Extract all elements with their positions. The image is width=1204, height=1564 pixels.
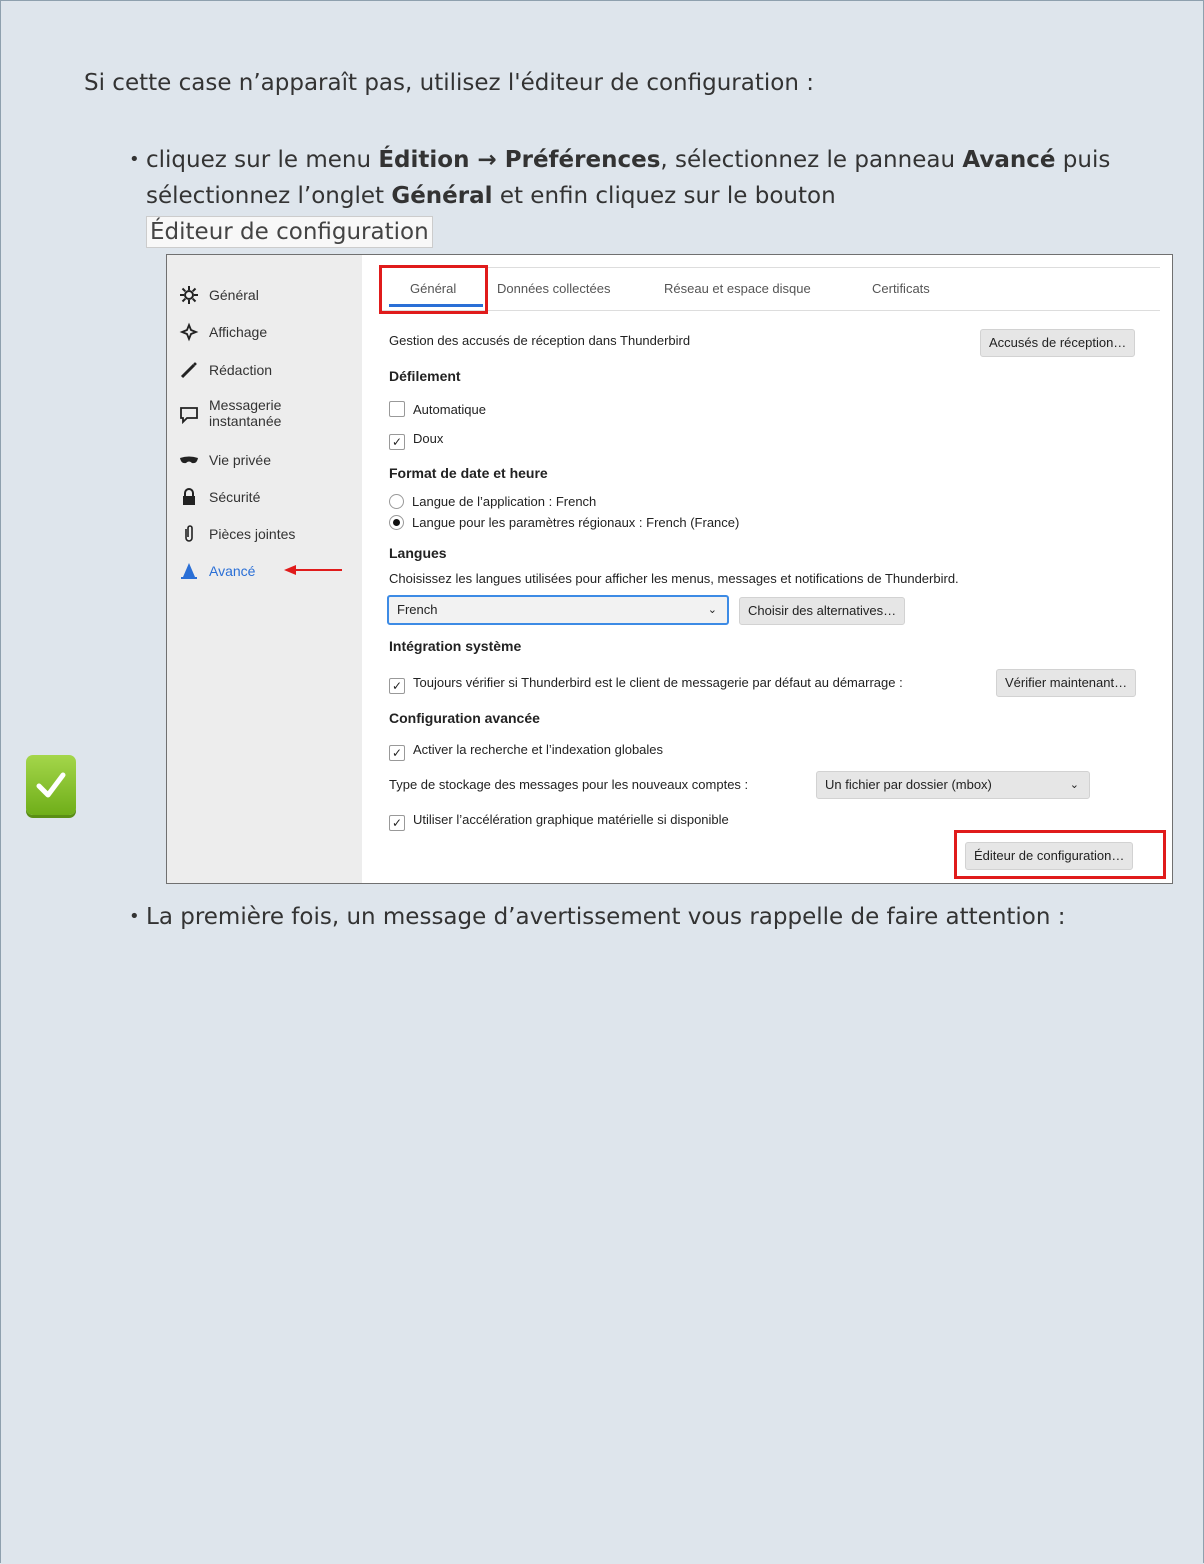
checkbox-checked[interactable]: ✓ (389, 745, 405, 761)
language-select[interactable]: French ⌄ (387, 595, 729, 625)
config-editor-button-ref[interactable]: Éditeur de configuration (146, 216, 433, 248)
option-label: Langue pour les paramètres régionaux : F… (412, 515, 740, 530)
radio[interactable] (389, 494, 404, 509)
select-value: Un fichier par dossier (mbox) (825, 777, 992, 792)
option-label: Utiliser l’accélération graphique matéri… (413, 812, 729, 827)
preferences-sidebar: Général Affichage Rédaction Messagerie i… (167, 255, 362, 883)
sidebar-label: Pièces jointes (209, 526, 296, 542)
bullet-text: cliquez sur le menu (146, 147, 379, 173)
sidebar-item-security[interactable]: Sécurité (179, 487, 260, 507)
date-region-option[interactable]: Langue pour les paramètres régionaux : F… (389, 515, 739, 530)
bullet-text: , sélectionnez le panneau (660, 147, 963, 173)
wizard-hat-icon (181, 563, 197, 579)
bullet-text: La première fois, un message d’avertisse… (146, 904, 1066, 930)
intro-text: Si cette case n’apparaît pas, utilisez l… (84, 70, 814, 96)
paperclip-icon (185, 525, 193, 542)
checkmark-icon (26, 755, 76, 815)
option-label: Activer la recherche et l’indexation glo… (413, 742, 664, 757)
receipts-button[interactable]: Accusés de réception… (980, 329, 1136, 357)
storage-label: Type de stockage des messages pour les n… (389, 777, 749, 792)
pencil-icon (180, 362, 197, 379)
sidebar-label: Messagerie instantanée (209, 397, 282, 429)
sidebar-item-chat[interactable]: Messagerie instantanée (179, 397, 299, 429)
sidebar-item-general[interactable]: Général (179, 285, 259, 305)
sidebar-label: Affichage (209, 324, 268, 340)
option-label: Doux (413, 431, 444, 446)
highlight-box (954, 830, 1166, 879)
section-heading: Défilement (389, 368, 461, 384)
sidebar-label: Avancé (209, 563, 256, 579)
preferences-screenshot: Général Affichage Rédaction Messagerie i… (166, 254, 1173, 884)
sidebar-label: Sécurité (209, 489, 261, 505)
date-app-option[interactable]: Langue de l’application : French (389, 494, 596, 509)
tab-certificates[interactable]: Certificats (872, 281, 930, 296)
sidebar-label: Vie privée (209, 452, 272, 468)
sidebar-item-display[interactable]: Affichage (179, 322, 267, 342)
hw-accel-option[interactable]: ✓ Utiliser l’accélération graphique matér… (389, 812, 729, 831)
checkbox-checked[interactable]: ✓ (389, 815, 405, 831)
choose-alternatives-button[interactable]: Choisir des alternatives… (739, 597, 906, 625)
select-value: French (397, 602, 438, 617)
smooth-scroll-option[interactable]: ✓ Doux (389, 431, 443, 450)
bullet-text: et enfin cliquez sur le bouton (492, 183, 836, 209)
section-heading: Format de date et heure (389, 465, 548, 481)
section-heading: Configuration avancée (389, 710, 540, 726)
section-heading: Langues (389, 545, 447, 561)
option-label: Langue de l’application : French (412, 494, 597, 509)
bullet-item-2: • La première fois, un message d’avertis… (129, 898, 1146, 936)
sidebar-item-privacy[interactable]: Vie privée (179, 450, 271, 470)
option-label: Toujours vérifier si Thunderbird est le … (413, 675, 903, 690)
chat-icon (180, 407, 198, 425)
storage-select[interactable]: Un fichier par dossier (mbox) ⌄ (816, 771, 1090, 799)
checkbox[interactable] (389, 401, 405, 417)
auto-scroll-option[interactable]: Automatique (389, 401, 486, 417)
tab-data[interactable]: Données collectées (497, 281, 610, 296)
mask-icon (180, 456, 198, 464)
highlight-box (379, 265, 488, 314)
sidebar-label: Rédaction (209, 362, 273, 378)
tab-network[interactable]: Réseau et espace disque (664, 281, 811, 296)
bullet-dot: • (129, 906, 140, 927)
checkbox-checked[interactable]: ✓ (389, 678, 405, 694)
option-label: Automatique (413, 402, 486, 417)
sparkle-icon (179, 322, 199, 342)
sidebar-label: Général (209, 287, 259, 303)
radio-selected[interactable] (389, 515, 404, 530)
tab-name: Général (391, 183, 493, 209)
sidebar-item-attachments[interactable]: Pièces jointes (179, 524, 295, 544)
sidebar-item-composition[interactable]: Rédaction (179, 360, 272, 380)
global-search-option[interactable]: ✓ Activer la recherche et l’indexation gl… (389, 742, 663, 761)
section-heading: Intégration système (389, 638, 522, 654)
bullet-item-1: • cliquez sur le menu Édition → Préféren… (129, 142, 1146, 250)
gear-icon (180, 286, 198, 304)
chevron-down-icon: ⌄ (1069, 779, 1079, 791)
chevron-down-icon: ⌄ (707, 604, 717, 616)
check-now-button[interactable]: Vérifier maintenant… (996, 669, 1137, 697)
default-client-option[interactable]: ✓ Toujours vérifier si Thunderbird est le… (389, 675, 903, 694)
checkbox-checked[interactable]: ✓ (389, 434, 405, 450)
red-arrow-icon (284, 565, 342, 575)
receipt-label: Gestion des accusés de réception dans Th… (389, 333, 691, 348)
bullet-dot: • (129, 149, 140, 170)
menu-path: Édition → Préférences (378, 147, 661, 173)
panel-name: Avancé (962, 147, 1056, 173)
lock-icon (183, 488, 195, 505)
lang-description: Choisissez les langues utilisées pour af… (389, 571, 959, 586)
sidebar-item-advanced[interactable]: Avancé (179, 561, 255, 581)
